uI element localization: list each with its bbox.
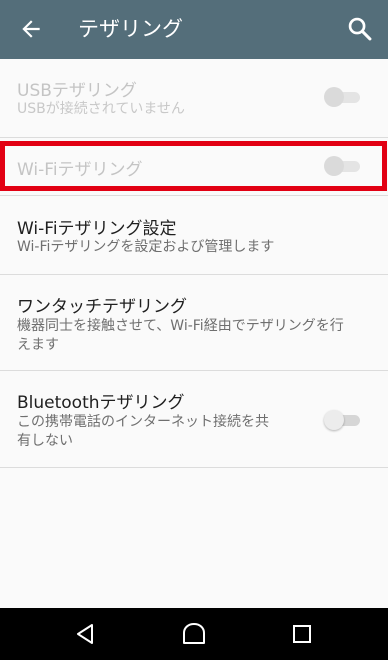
nav-home-icon[interactable] xyxy=(181,621,207,647)
highlight-box xyxy=(0,141,387,191)
navigation-bar xyxy=(0,608,388,660)
usb-tethering-switch xyxy=(324,85,362,109)
switch-thumb xyxy=(324,87,344,107)
search-icon[interactable] xyxy=(346,15,374,43)
usb-tethering-title: USBテザリング xyxy=(17,81,137,101)
bluetooth-tethering-title: Bluetoothテザリング xyxy=(17,393,185,413)
one-touch-tethering-subtitle-line1: 機器同士を接触させて、Wi-Fi経由でテザリングを行 xyxy=(17,318,344,334)
one-touch-tethering-title: ワンタッチテザリング xyxy=(17,297,187,317)
wifi-tethering-settings-item[interactable]: Wi-Fiテザリング設定 Wi-Fiテザリングを設定および管理します xyxy=(0,196,388,274)
bluetooth-tethering-subtitle-line1: この携帯電話のインターネット接続を共 xyxy=(17,414,269,430)
bluetooth-tethering-switch[interactable] xyxy=(324,408,362,432)
bluetooth-tethering-subtitle-line2: 有しない xyxy=(17,433,73,449)
page-title: テザリング xyxy=(78,17,183,41)
usb-tethering-subtitle: USBが接続されていません xyxy=(17,101,185,117)
wifi-tethering-settings-subtitle: Wi-Fiテザリングを設定および管理します xyxy=(17,239,275,255)
wifi-tethering-settings-title: Wi-Fiテザリング設定 xyxy=(17,219,177,239)
switch-thumb xyxy=(324,410,344,430)
one-touch-tethering-subtitle-line2: えます xyxy=(17,337,59,353)
divider xyxy=(0,137,388,138)
divider xyxy=(0,467,388,468)
one-touch-tethering-item[interactable]: ワンタッチテザリング 機器同士を接触させて、Wi-Fi経由でテザリングを行 えま… xyxy=(0,275,388,370)
usb-tethering-item: USBテザリング USBが接続されていません xyxy=(0,59,388,137)
app-bar: テザリング xyxy=(0,0,388,59)
nav-back-icon[interactable] xyxy=(72,621,98,647)
arrow-back-icon[interactable] xyxy=(18,16,44,42)
nav-recents-icon[interactable] xyxy=(289,621,315,647)
bluetooth-tethering-item[interactable]: Bluetoothテザリング この携帯電話のインターネット接続を共 有しない xyxy=(0,371,388,467)
